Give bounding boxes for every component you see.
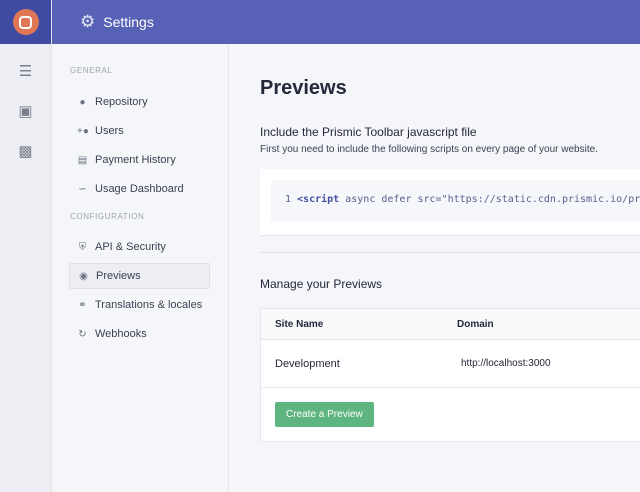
settings-sidebar: GENERAL ● Repository +● Users ▤ Payment His…: [52, 44, 229, 492]
sidebar-item-webhooks[interactable]: ↻ Webhooks: [69, 321, 210, 347]
image-icon[interactable]: ▣: [0, 102, 51, 122]
prismic-logo-icon: [12, 9, 39, 35]
credit-card-icon: ▤: [77, 154, 88, 166]
add-user-icon: +●: [77, 125, 89, 137]
gear-icon: ⚙: [80, 12, 96, 31]
create-preview-button[interactable]: Create a Preview: [275, 402, 374, 427]
eye-icon: ◉: [79, 270, 88, 282]
toolbar-description: First you need to include the following …: [260, 144, 598, 155]
page-header-title: Settings: [103, 14, 154, 30]
sidebar-item-users[interactable]: +● Users: [69, 118, 210, 144]
icon-rail: ☰ ▣ ▩: [0, 0, 52, 492]
table-header: Site Name Domain: [261, 309, 640, 340]
code-card: 1 <script async defer src="https://stati…: [260, 169, 640, 236]
shield-icon: ⛨: [78, 241, 87, 253]
globe-icon: ⚭: [78, 299, 87, 311]
code-block[interactable]: 1 <script async defer src="https://stati…: [271, 180, 640, 221]
sidebar-item-translations[interactable]: ⚭ Translations & locales: [69, 292, 210, 318]
chart-line-icon: ∽: [78, 183, 87, 195]
sidebar-item-usage-dashboard[interactable]: ∽ Usage Dashboard: [69, 176, 210, 202]
sync-icon: ↻: [78, 328, 87, 340]
sidebar-item-repository[interactable]: ● Repository: [69, 89, 210, 115]
table-row[interactable]: Development http://localhost:3000: [261, 340, 640, 388]
clipboard-download-icon[interactable]: ▩: [0, 142, 51, 162]
globe-icon: ●: [79, 96, 86, 108]
manage-heading: Manage your Previews: [260, 277, 383, 291]
page-title: Previews: [260, 77, 347, 99]
divider: [260, 252, 640, 253]
list-icon[interactable]: ☰: [0, 62, 51, 82]
logo[interactable]: [0, 0, 51, 44]
top-bar: ⚙ Settings: [52, 0, 640, 44]
toolbar-heading: Include the Prismic Toolbar javascript f…: [260, 125, 477, 139]
section-configuration: CONFIGURATION: [70, 212, 145, 221]
section-general: GENERAL: [70, 66, 113, 75]
main-content: Previews Include the Prismic Toolbar jav…: [230, 44, 640, 492]
sidebar-item-previews[interactable]: ◉ Previews: [69, 263, 210, 289]
previews-table: Site Name Domain Development http://localh…: [260, 308, 640, 442]
sidebar-item-api-security[interactable]: ⛨ API & Security: [69, 234, 210, 260]
sidebar-item-payment-history[interactable]: ▤ Payment History: [69, 147, 210, 173]
